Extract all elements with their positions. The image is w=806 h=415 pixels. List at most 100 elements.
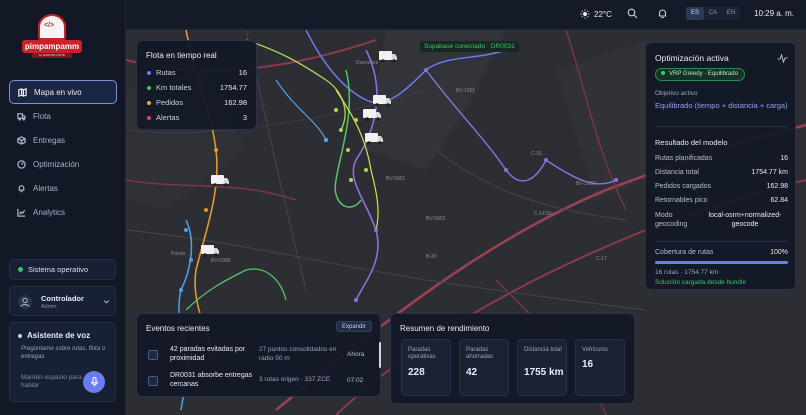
result-label: Rutas planificadas bbox=[655, 155, 713, 162]
chevron-down-icon bbox=[103, 300, 110, 304]
result-row: Distancia total 1754.77 km bbox=[655, 169, 788, 176]
event-title: DR0031 absorbe entregas cercanas bbox=[170, 372, 253, 388]
language-switcher: ES CA EN bbox=[686, 7, 740, 20]
temperature: 22°C bbox=[594, 9, 612, 19]
legend-dot-icon bbox=[147, 101, 151, 106]
user-name: Controlador bbox=[41, 294, 84, 303]
fleet-summary-panel: Flota en tiempo real Rutas 16 Km totales 1… bbox=[136, 40, 257, 130]
lang-es-button[interactable]: ES bbox=[686, 7, 704, 20]
metric-label: Paradas operativas bbox=[408, 347, 436, 360]
truck-marker-icon[interactable] bbox=[200, 242, 220, 258]
bundle-note: Solución cargada desde bundle bbox=[655, 279, 747, 286]
search-icon[interactable] bbox=[627, 8, 638, 19]
optimization-title: Optimización activa bbox=[655, 53, 729, 63]
metric-value: 42 bbox=[466, 367, 478, 378]
legend-dot-icon bbox=[147, 71, 151, 76]
voice-description: Pregúntame sobre rutas, flota o entregas bbox=[21, 346, 106, 360]
logo-emblem-icon: </> bbox=[38, 14, 66, 40]
result-label: Distancia total bbox=[655, 169, 699, 176]
fleet-row-value: 1754.77 bbox=[219, 83, 247, 92]
fleet-title: Flota en tiempo real bbox=[146, 51, 217, 60]
microphone-icon bbox=[90, 377, 98, 387]
map-label: B-20 bbox=[426, 254, 437, 260]
sidebar-item-label: Optimización bbox=[33, 159, 80, 169]
bell-icon[interactable] bbox=[657, 8, 668, 19]
coverage-progress-bar bbox=[655, 261, 788, 264]
status-dot-icon bbox=[18, 333, 22, 338]
live-map[interactable]: Dunoelles BV-1601 BV-5001 BV-5003 C-31 B… bbox=[126, 30, 806, 415]
fleet-row-rutas: Rutas 16 bbox=[147, 68, 247, 78]
fleet-row-label: Rutas bbox=[156, 68, 176, 77]
sidebar-item-flota[interactable]: Flota bbox=[9, 104, 117, 128]
activity-icon bbox=[777, 53, 788, 64]
metric-label: Vehículos bbox=[582, 347, 609, 353]
metric-label: Paradas ahorradas bbox=[466, 347, 494, 360]
geocoding-value: local-osrm+normalized-geocode bbox=[708, 212, 782, 228]
brand-logo[interactable]: </> pimpampamm by EUROPA FOOD bbox=[20, 12, 84, 62]
gauge-icon bbox=[17, 159, 26, 169]
list-item[interactable]: 42 paradas evitadas por proximidad 27 pu… bbox=[146, 346, 371, 368]
result-label: Retornables pico bbox=[655, 197, 708, 204]
legend-dot-icon bbox=[147, 86, 151, 91]
voice-assistant: Asistente de voz Pregúntame sobre rutas,… bbox=[9, 322, 116, 402]
sidebar-item-optimizacion[interactable]: Optimización bbox=[9, 152, 117, 176]
clock: 10:29 a. m. bbox=[754, 9, 795, 18]
sidebar-item-label: Entregas bbox=[33, 135, 66, 145]
event-time: Ahora bbox=[347, 351, 365, 358]
map-icon bbox=[18, 87, 27, 97]
fleet-row-alertas: Alertas 3 bbox=[147, 113, 247, 123]
map-label: Parets bbox=[171, 251, 186, 257]
performance-panel: Resumen de rendimiento Paradas operativa… bbox=[390, 313, 635, 404]
fleet-row-label: Pedidos bbox=[156, 98, 184, 107]
expand-button[interactable]: Expandir bbox=[336, 321, 372, 332]
fleet-row-km: Km totales 1754.77 bbox=[147, 83, 247, 93]
fleet-row-value: 3 bbox=[242, 113, 247, 122]
truck-icon bbox=[17, 112, 26, 121]
avatar bbox=[18, 295, 32, 309]
map-label: C-31 bbox=[531, 151, 542, 157]
sidebar-item-entregas[interactable]: Entregas bbox=[9, 128, 117, 152]
sidebar-item-label: Alertas bbox=[33, 183, 58, 193]
sidebar-item-mapa[interactable]: Mapa en vivo bbox=[9, 80, 117, 104]
map-label: BV-5003 bbox=[426, 216, 445, 222]
truck-marker-icon[interactable] bbox=[378, 48, 398, 64]
voice-assistant-title: Asistente de voz bbox=[18, 331, 90, 340]
event-description: 27 puntos consolidados en radio 50 m bbox=[259, 346, 337, 362]
user-menu[interactable]: Controlador Admin bbox=[9, 286, 116, 316]
truck-marker-icon[interactable] bbox=[364, 130, 384, 146]
list-item[interactable]: DR0031 absorbe entregas cercanas 3 rutas… bbox=[146, 372, 371, 394]
user-role: Admin bbox=[41, 304, 57, 310]
user-icon bbox=[20, 297, 30, 307]
weather-widget: 22°C bbox=[580, 9, 612, 19]
objective-label: Objetivo activo bbox=[655, 90, 698, 97]
voice-title-text: Asistente de voz bbox=[27, 331, 91, 340]
map-label: C-17 bbox=[596, 256, 607, 262]
truck-marker-icon[interactable] bbox=[362, 106, 382, 122]
mic-button[interactable] bbox=[83, 371, 105, 393]
fleet-row-value: 16 bbox=[238, 68, 247, 77]
sidebar-item-label: Analytics bbox=[33, 207, 66, 217]
sidebar-item-analytics[interactable]: Analytics bbox=[9, 200, 117, 224]
lang-ca-button[interactable]: CA bbox=[704, 7, 722, 20]
fleet-row-label: Alertas bbox=[156, 113, 180, 122]
box-icon bbox=[17, 135, 26, 145]
metric-tile: Paradas ahorradas 42 bbox=[459, 339, 509, 396]
sidebar-item-alertas[interactable]: Alertas bbox=[9, 176, 117, 200]
result-value: 162.98 bbox=[766, 183, 788, 190]
top-bar: 22°C ES CA EN 10:29 a. m. bbox=[126, 0, 806, 30]
coverage-value: 100% bbox=[770, 249, 788, 256]
brand-tagline: by EUROPA FOOD bbox=[32, 53, 72, 58]
truck-marker-icon[interactable] bbox=[210, 172, 230, 188]
recent-events-panel: Eventos recientes Expandir 42 paradas ev… bbox=[136, 313, 381, 397]
metric-tile: Paradas operativas 228 bbox=[401, 339, 451, 396]
geocoding-label: Modo geocoding bbox=[655, 212, 688, 228]
metric-label: Distancia total bbox=[524, 347, 562, 353]
metric-tile: Vehículos 16 bbox=[575, 339, 625, 396]
lang-en-button[interactable]: EN bbox=[722, 7, 740, 20]
sun-icon bbox=[580, 9, 590, 19]
system-status-text: Sistema operativo bbox=[28, 265, 89, 274]
event-icon bbox=[148, 350, 158, 360]
scrollbar[interactable] bbox=[379, 342, 381, 368]
event-time: 07:02 bbox=[347, 377, 364, 384]
chart-icon bbox=[17, 208, 26, 217]
